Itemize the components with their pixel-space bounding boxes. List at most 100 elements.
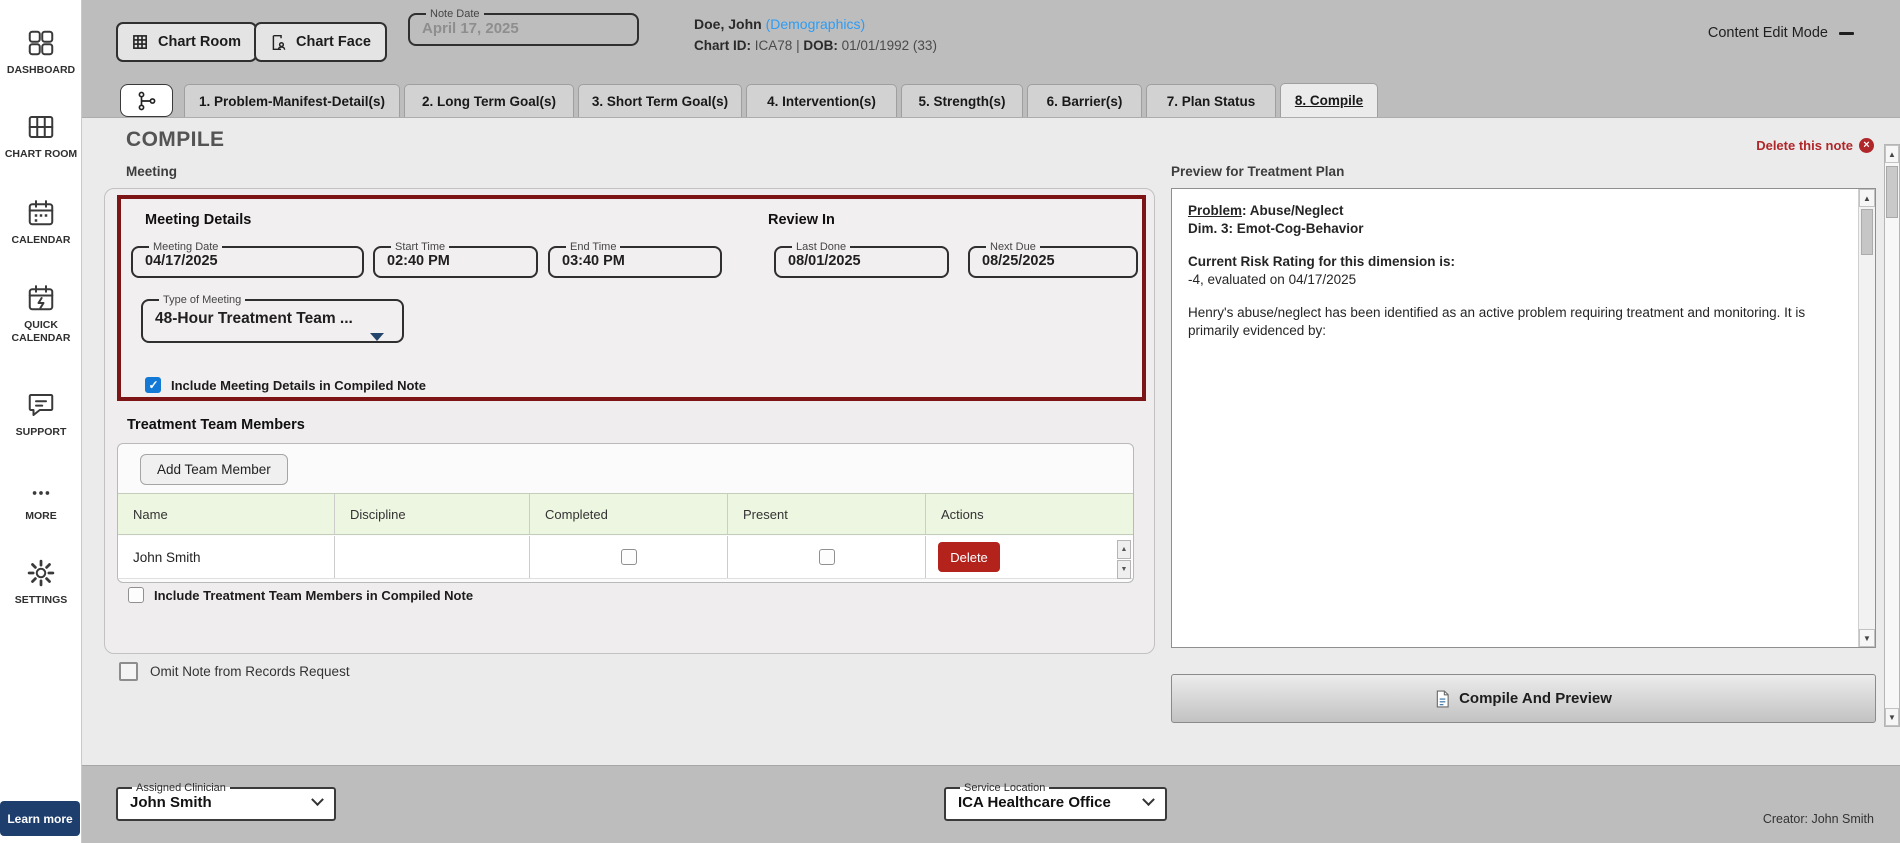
preview-text: Problem: Abuse/Neglect Dim. 3: Emot-Cog-…	[1172, 189, 1857, 647]
page-scroll-thumb[interactable]	[1886, 166, 1898, 218]
start-time-value: 02:40 PM	[387, 253, 450, 269]
tab-strengths[interactable]: 5. Strength(s)	[901, 84, 1023, 117]
assigned-clinician-select[interactable]: Assigned Clinician John Smith	[116, 782, 336, 821]
sidebar: DASHBOARD CHART ROOM CALENDAR QUICK CALE…	[0, 0, 82, 843]
page-scrollbar[interactable]: ▲ ▼	[1884, 144, 1900, 727]
chart-room-label: Chart Room	[158, 34, 241, 50]
assigned-clinician-value: John Smith	[130, 794, 212, 811]
omit-note-checkbox[interactable]	[119, 662, 138, 681]
dob-value: 01/01/1992 (33)	[841, 38, 937, 53]
sidebar-item-chart-room[interactable]: CHART ROOM	[0, 112, 82, 161]
compile-and-preview-button[interactable]: Compile And Preview	[1171, 674, 1876, 723]
problem-value: : Abuse/Neglect	[1242, 203, 1344, 218]
delete-this-note-label: Delete this note	[1756, 138, 1853, 153]
sidebar-item-dashboard[interactable]: DASHBOARD	[0, 28, 82, 77]
chevron-down-icon	[1142, 793, 1155, 807]
tab-long-term-goals[interactable]: 2. Long Term Goal(s)	[404, 84, 574, 117]
completed-checkbox[interactable]	[620, 549, 637, 565]
last-done-label: Last Done	[796, 241, 847, 253]
preview-scroll-up-button[interactable]: ▲	[1859, 189, 1875, 207]
tab-short-term-goals[interactable]: 3. Short Term Goal(s)	[578, 84, 742, 117]
table-scroll-up-button[interactable]: ▲	[1117, 540, 1131, 559]
delete-team-member-button[interactable]: Delete	[938, 542, 1000, 572]
include-team-members-label: Include Treatment Team Members in Compil…	[154, 587, 474, 603]
meeting-container: Meeting Details Review In Meeting Date 0…	[104, 188, 1155, 654]
service-location-label: Service Location	[964, 782, 1046, 794]
sidebar-item-support[interactable]: SUPPORT	[0, 390, 82, 439]
dashboard-grid-icon	[28, 30, 54, 56]
chart-face-button[interactable]: Chart Face	[254, 22, 387, 62]
sidebar-item-label: CALENDAR	[11, 234, 71, 246]
include-team-members-checkbox[interactable]	[128, 587, 144, 603]
delete-this-note-link[interactable]: Delete this note ×	[1756, 138, 1874, 153]
preview-scrollbar[interactable]: ▲ ▼	[1858, 189, 1875, 647]
content-edit-mode-toggle[interactable]: Content Edit Mode	[1708, 25, 1854, 41]
sidebar-item-label: SUPPORT	[15, 426, 67, 438]
meeting-section-label: Meeting	[126, 164, 178, 179]
page-scroll-up-button[interactable]: ▲	[1885, 145, 1899, 163]
bottom-bar: Assigned Clinician John Smith Service Lo…	[82, 765, 1900, 843]
chart-room-button[interactable]: Chart Room	[116, 22, 257, 62]
include-meeting-details-checkbox[interactable]	[145, 377, 161, 393]
sidebar-item-settings[interactable]: SETTINGS	[0, 558, 82, 607]
type-of-meeting-label: Type of Meeting	[163, 294, 242, 306]
meeting-date-label: Meeting Date	[153, 241, 219, 253]
tab-problem-manifest-details[interactable]: 1. Problem-Manifest-Detail(s)	[184, 84, 400, 117]
content-edit-mode-label: Content Edit Mode	[1707, 25, 1828, 41]
type-of-meeting-value: 48-Hour Treatment Team ...	[155, 310, 353, 327]
meeting-date-field[interactable]: Meeting Date 04/17/2025	[131, 241, 364, 278]
start-time-label: Start Time	[395, 241, 446, 253]
evidence-paragraph: Henry's abuse/neglect has been identifie…	[1188, 305, 1806, 338]
meeting-details-title: Meeting Details	[145, 212, 252, 228]
chart-face-icon	[272, 34, 286, 50]
tab-barriers[interactable]: 6. Barrier(s)	[1027, 84, 1142, 117]
preview-scroll-thumb[interactable]	[1861, 209, 1873, 255]
include-meeting-details-label: Include Meeting Details in Compiled Note	[171, 377, 426, 393]
dob-label: DOB:	[803, 38, 838, 53]
end-time-field[interactable]: End Time 03:40 PM	[548, 241, 722, 278]
present-checkbox[interactable]	[818, 549, 835, 565]
column-header-actions: Actions	[941, 506, 984, 522]
team-table-row: John Smith Delete	[118, 536, 1133, 579]
sidebar-item-calendar[interactable]: CALENDAR	[0, 198, 82, 247]
chart-id-label: Chart ID:	[694, 38, 751, 53]
learn-more-button[interactable]: Learn more	[0, 801, 80, 836]
treatment-team-box: Add Team Member Name Discipline Complete…	[117, 443, 1134, 583]
service-location-select[interactable]: Service Location ICA Healthcare Office	[944, 782, 1167, 821]
note-tabs: 1. Problem-Manifest-Detail(s) 2. Long Te…	[120, 83, 1378, 117]
tab-interventions[interactable]: 4. Intervention(s)	[746, 84, 897, 117]
start-time-field[interactable]: Start Time 02:40 PM	[373, 241, 538, 278]
grid-icon	[133, 34, 147, 49]
next-due-field[interactable]: Next Due 08/25/2025	[968, 241, 1138, 278]
chevron-down-icon	[311, 793, 324, 807]
column-header-discipline: Discipline	[335, 494, 530, 534]
support-chat-icon	[28, 394, 54, 416]
page-title: COMPILE	[126, 128, 225, 151]
meeting-details-alert-box: Meeting Details Review In Meeting Date 0…	[117, 195, 1146, 401]
meeting-date-value: 04/17/2025	[145, 253, 218, 269]
dropdown-triangle-icon	[370, 333, 384, 341]
note-date-field[interactable]: Note Date April 17, 2025	[408, 8, 639, 46]
patient-info: Doe, John (Demographics) Chart ID: ICA78…	[694, 13, 937, 57]
document-icon	[1436, 689, 1449, 708]
tab-flow-diagram[interactable]	[120, 84, 173, 117]
problem-label: Problem	[1188, 203, 1243, 218]
add-team-member-button[interactable]: Add Team Member	[140, 454, 288, 485]
sidebar-item-label: MORE	[25, 510, 57, 522]
page-scroll-down-button[interactable]: ▼	[1885, 708, 1899, 726]
next-due-value: 08/25/2025	[982, 253, 1055, 269]
sidebar-item-quick-calendar[interactable]: QUICK CALENDAR	[0, 283, 82, 345]
demographics-link[interactable]: (Demographics)	[766, 16, 866, 32]
cell-discipline	[335, 536, 530, 578]
tab-compile[interactable]: 8. Compile	[1280, 83, 1378, 117]
tab-plan-status[interactable]: 7. Plan Status	[1146, 84, 1276, 117]
preview-scroll-down-button[interactable]: ▼	[1859, 629, 1875, 647]
table-scroll-down-button[interactable]: ▼	[1117, 560, 1131, 579]
last-done-field[interactable]: Last Done 08/01/2025	[774, 241, 949, 278]
sidebar-item-more[interactable]: MORE	[0, 482, 82, 523]
include-meeting-details-row: Include Meeting Details in Compiled Note	[145, 377, 426, 393]
creator-text: Creator: John Smith	[1762, 812, 1874, 826]
compile-and-preview-label: Compile And Preview	[1459, 690, 1612, 707]
sidebar-item-label: SETTINGS	[14, 594, 68, 606]
type-of-meeting-select[interactable]: Type of Meeting 48-Hour Treatment Team .…	[141, 294, 404, 343]
